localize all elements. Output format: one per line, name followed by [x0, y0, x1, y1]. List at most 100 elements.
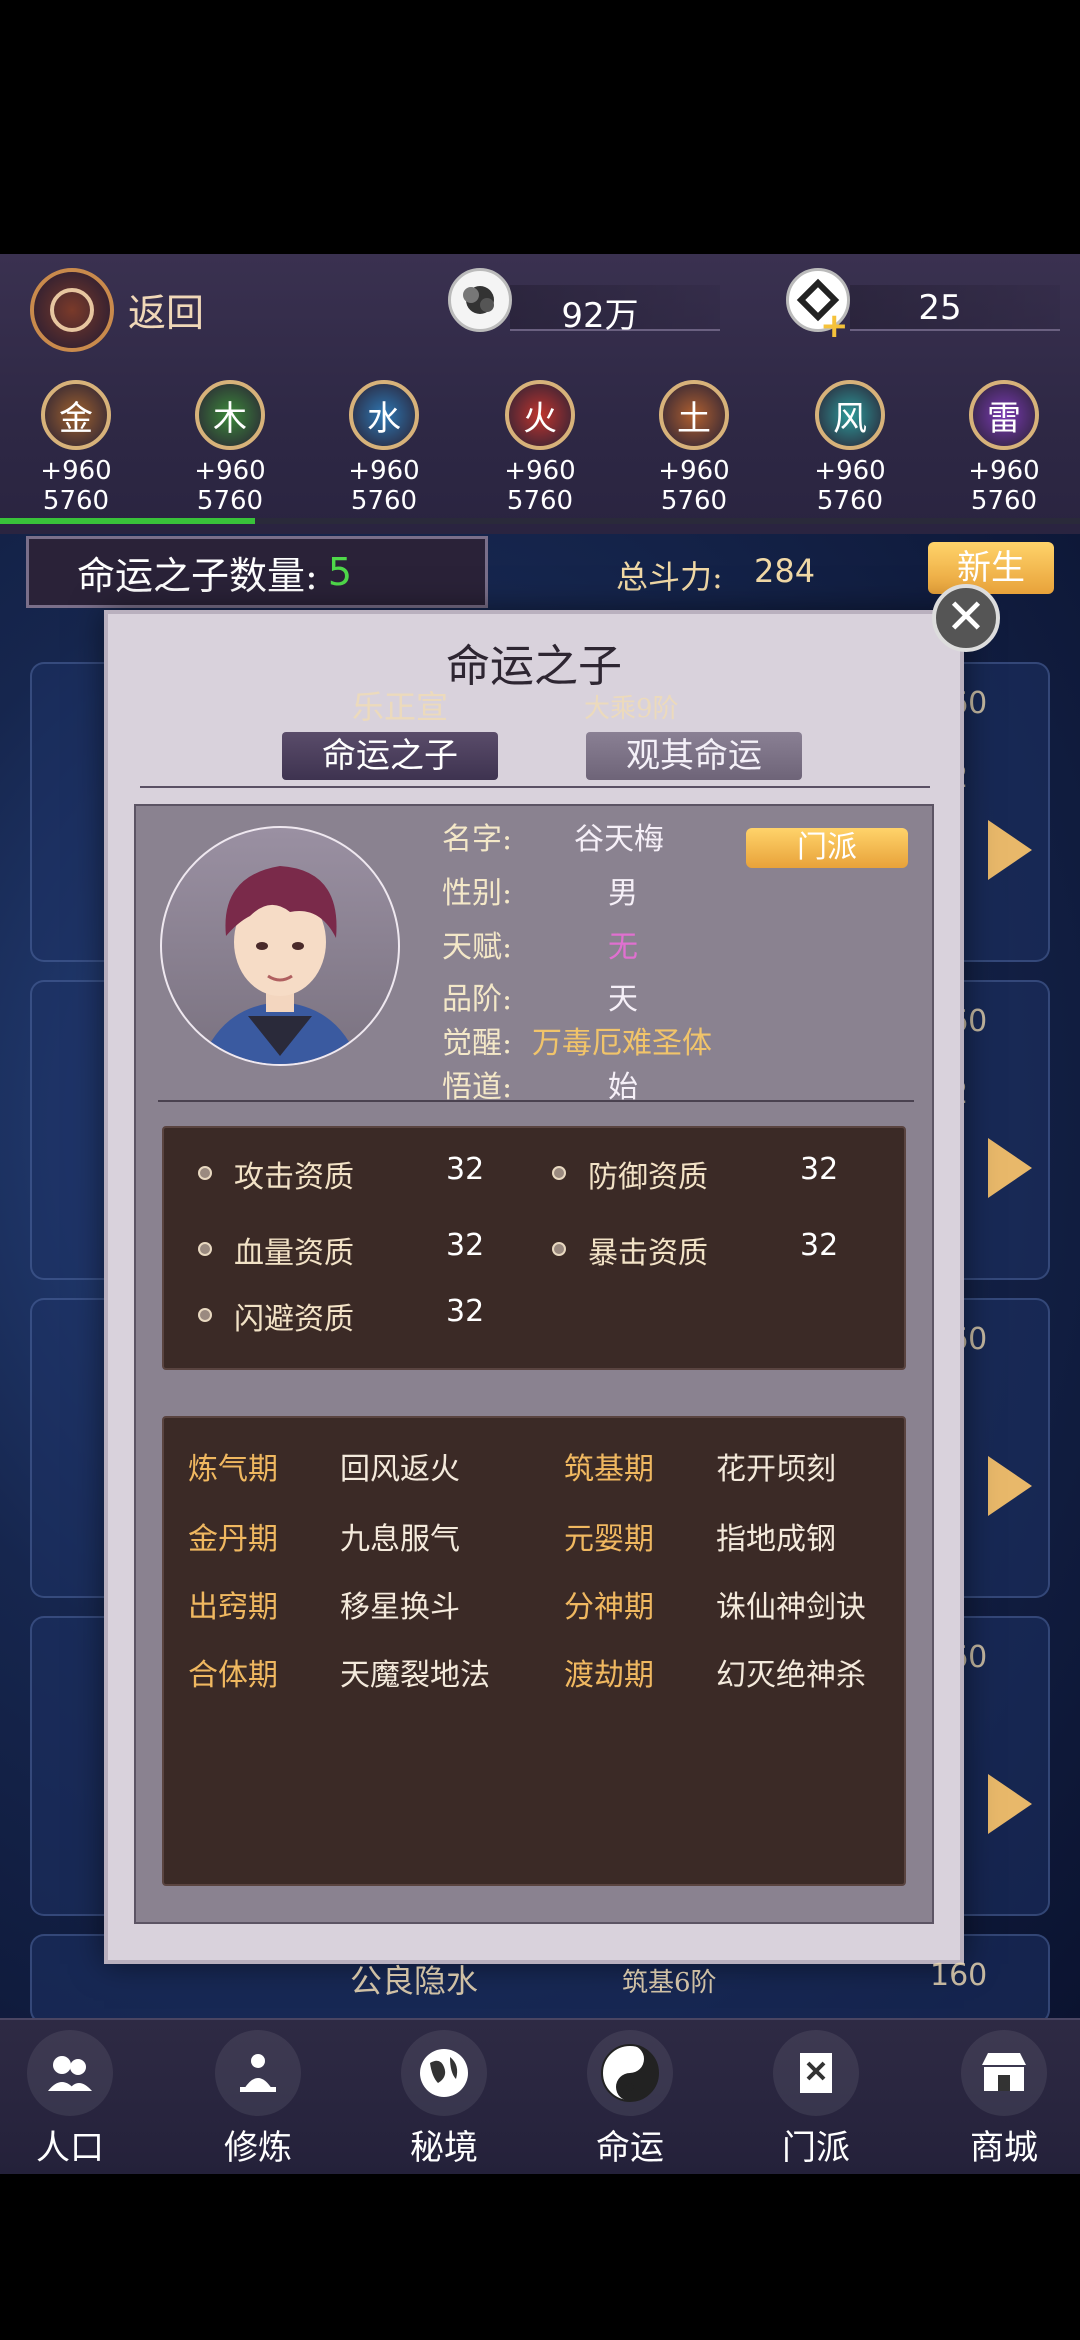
- awake-value: 万毒厄难圣体: [532, 1026, 712, 1061]
- element-orb-icon: 金: [41, 380, 111, 450]
- nav-label: 秘境: [410, 2128, 478, 2168]
- aptitude-label: 暴击资质: [588, 1236, 708, 1271]
- aptitude-value: 32: [446, 1228, 485, 1263]
- grade-label: 品阶:: [442, 982, 513, 1017]
- bullet-icon: [198, 1166, 212, 1180]
- shop-icon: [961, 2030, 1047, 2116]
- expand-arrow-icon[interactable]: [988, 1774, 1032, 1834]
- count-panel: 命运之子数量: 5: [26, 536, 488, 608]
- bullet-icon: [552, 1242, 566, 1256]
- coin-icon: [448, 268, 512, 332]
- name-label: 名字:: [442, 822, 513, 857]
- newborn-button[interactable]: 新生: [928, 542, 1054, 594]
- nav-item-globe[interactable]: 秘境: [374, 2030, 514, 2169]
- element-bonus: +960: [504, 456, 576, 486]
- back-button[interactable]: 返回: [128, 282, 204, 337]
- element-total: 5760: [196, 486, 264, 516]
- status-area: [0, 0, 1080, 254]
- skill-name: 回风返火: [340, 1452, 460, 1487]
- add-gem-icon[interactable]: +: [820, 306, 849, 346]
- expand-arrow-icon[interactable]: [988, 820, 1032, 880]
- grade-value: 天: [608, 982, 638, 1017]
- bullet-icon: [198, 1308, 212, 1322]
- element-bonus: +960: [40, 456, 112, 486]
- element-item[interactable]: 金 +960 5760: [16, 380, 136, 516]
- nav-item-sect-book[interactable]: 门派: [746, 2030, 886, 2169]
- element-total: 5760: [660, 486, 728, 516]
- element-item[interactable]: 木 +960 5760: [170, 380, 290, 516]
- element-bonus: +960: [194, 456, 266, 486]
- count-label: 命运之子数量:: [77, 553, 318, 598]
- nav-label: 修炼: [224, 2128, 292, 2168]
- nav-item-yin-yang[interactable]: 命运: [560, 2030, 700, 2169]
- expand-arrow-icon[interactable]: [988, 1456, 1032, 1516]
- skill-name: 移星换斗: [340, 1590, 460, 1625]
- skill-name: 天魔裂地法: [340, 1658, 490, 1693]
- globe-icon: [401, 2030, 487, 2116]
- nav-item-meditation[interactable]: 修炼: [188, 2030, 328, 2169]
- awake-label: 觉醒:: [442, 1026, 513, 1061]
- talent-value: 无: [608, 930, 638, 965]
- aptitude-value: 32: [446, 1152, 485, 1187]
- power-value: 284: [754, 552, 816, 590]
- name-value: 谷天梅: [574, 822, 664, 857]
- element-orb-icon: 土: [659, 380, 729, 450]
- aptitude-label: 攻击资质: [234, 1160, 354, 1195]
- divider: [158, 1100, 914, 1102]
- coin-value: 92万: [561, 296, 639, 336]
- nav-label: 人口: [36, 2128, 104, 2168]
- element-bonus: +960: [348, 456, 420, 486]
- sect-button[interactable]: 门派: [746, 828, 908, 868]
- element-item[interactable]: 土 +960 5760: [634, 380, 754, 516]
- expand-arrow-icon[interactable]: [988, 1138, 1032, 1198]
- bullet-icon: [552, 1166, 566, 1180]
- skill-name: 幻灭绝神杀: [716, 1658, 866, 1693]
- element-item[interactable]: 火 +960 5760: [480, 380, 600, 516]
- nav-item-population[interactable]: 人口: [0, 2030, 140, 2169]
- element-total: 5760: [816, 486, 884, 516]
- realm-label: 筑基期: [564, 1452, 654, 1487]
- card-power: 160: [930, 1958, 988, 1993]
- progress-fill: [0, 518, 255, 524]
- aptitude-label: 血量资质: [234, 1236, 354, 1271]
- element-orb-icon: 火: [505, 380, 575, 450]
- peek-name: 公良隐水: [350, 1962, 479, 2000]
- modal-title: 命运之子: [446, 641, 622, 692]
- realm-label: 合体期: [188, 1658, 278, 1693]
- element-bonus: +960: [968, 456, 1040, 486]
- nav-label: 命运: [596, 2128, 664, 2168]
- bullet-icon: [198, 1242, 212, 1256]
- element-orb-icon: 雷: [969, 380, 1039, 450]
- element-total: 5760: [350, 486, 418, 516]
- element-orb-icon: 风: [815, 380, 885, 450]
- realm-label: 渡劫期: [564, 1658, 654, 1693]
- skill-name: 诛仙神剑诀: [716, 1590, 866, 1625]
- close-icon[interactable]: ✕: [932, 584, 1000, 652]
- nav-item-shop[interactable]: 商城: [934, 2030, 1074, 2169]
- meditation-icon: [215, 2030, 301, 2116]
- tab-fate-child[interactable]: 命运之子: [282, 732, 498, 780]
- bottom-nav: [0, 2018, 1080, 2174]
- realm-label: 金丹期: [188, 1522, 278, 1557]
- tab-view-fate[interactable]: 观其命运: [586, 732, 802, 780]
- element-item[interactable]: 水 +960 5760: [324, 380, 444, 516]
- sect-book-icon: [773, 2030, 859, 2116]
- element-orb-icon: 水: [349, 380, 419, 450]
- skill-name: 花开顷刻: [716, 1452, 836, 1487]
- nav-label: 门派: [782, 2128, 850, 2168]
- divider: [140, 786, 930, 788]
- element-orb-icon: 木: [195, 380, 265, 450]
- aptitude-label: 防御资质: [588, 1160, 708, 1195]
- back-icon[interactable]: [30, 268, 114, 352]
- element-item[interactable]: 风 +960 5760: [790, 380, 910, 516]
- avatar-portrait: [200, 866, 360, 1064]
- skill-name: 九息服气: [340, 1522, 460, 1557]
- power-label: 总斗力:: [616, 558, 723, 596]
- gender-label: 性别:: [442, 876, 513, 911]
- gem-value: 25: [918, 288, 962, 328]
- skill-name: 指地成钢: [716, 1522, 836, 1557]
- count-value: 5: [327, 550, 352, 594]
- aptitude-value: 32: [446, 1294, 485, 1329]
- element-bonus: +960: [814, 456, 886, 486]
- element-item[interactable]: 雷 +960 5760: [944, 380, 1064, 516]
